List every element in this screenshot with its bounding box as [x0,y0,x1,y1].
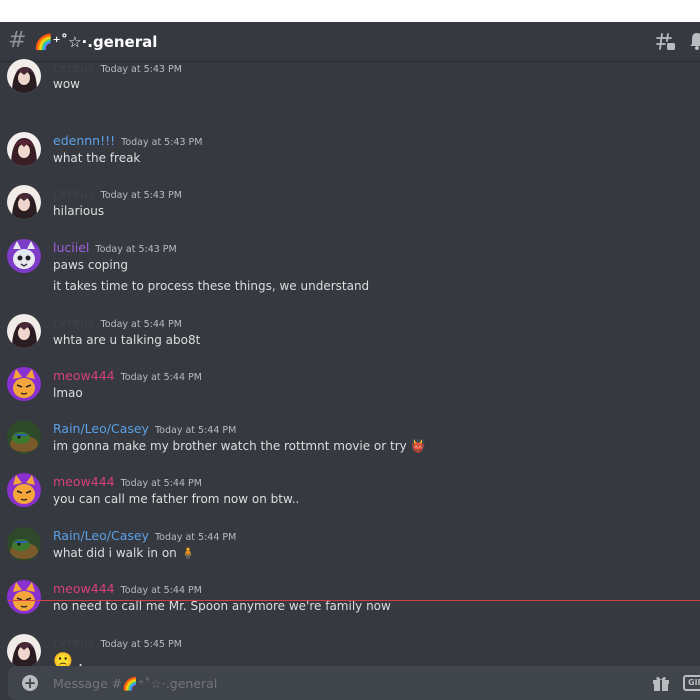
message-text: whta are u talking abo8t [53,333,201,347]
message-text: it takes time to process these things, w… [53,279,370,293]
message-text: im gonna make my brother watch the rottm… [53,439,426,453]
message-author[interactable]: meow444 [53,368,115,383]
cereus-avatar[interactable] [7,314,41,348]
message-text: paws coping [53,258,128,272]
cereus-avatar[interactable] [7,634,41,668]
message-timestamp: Today at 5:43 PM [121,137,203,148]
message-list: cereus Today at 5:43 PM wow edennn!!! Toda… [0,59,700,670]
meow-avatar[interactable] [7,473,41,507]
edennn-avatar[interactable] [7,132,41,166]
new-messages-divider [8,600,700,601]
message-author[interactable]: meow444 [53,474,115,489]
message-timestamp: Today at 5:44 PM [120,372,202,383]
gift-icon[interactable] [652,674,670,692]
rain-avatar[interactable] [7,527,41,561]
message-author[interactable]: luciiel [53,240,89,255]
rain-avatar[interactable] [7,420,41,454]
cereus-avatar[interactable] [7,59,41,93]
meow-avatar[interactable] [7,367,41,401]
message-text: wow [53,77,80,91]
channel-hash-icon: # [8,28,27,53]
message-author[interactable]: Rain/Leo/Casey [53,528,149,543]
gif-button[interactable]: GIF [683,675,700,691]
message-timestamp: Today at 5:43 PM [100,190,182,201]
message-text: hilarious [53,204,105,218]
channel-title: 🌈⁺˚☆·.general [34,33,158,51]
meow-avatar[interactable] [7,580,41,614]
message-author[interactable]: meow444 [53,581,115,596]
cereus-avatar[interactable] [7,185,41,219]
message-text: what the freak [53,151,141,165]
add-attachment-button[interactable]: + [22,675,38,691]
message-text: what did i walk in on 🧍 [53,546,196,560]
message-timestamp: Today at 5:44 PM [100,319,182,330]
message-timestamp: Today at 5:44 PM [120,585,202,596]
message-timestamp: Today at 5:45 PM [100,639,182,650]
message-author[interactable]: cereus [53,315,95,330]
message-author[interactable]: cereus [53,186,95,201]
threads-icon[interactable] [656,32,676,52]
message-author[interactable]: cereus [53,60,95,75]
message-author[interactable]: cereus [53,635,95,650]
message-timestamp: Today at 5:43 PM [100,64,182,75]
message-timestamp: Today at 5:44 PM [154,425,237,436]
message-text: lmao [53,386,83,400]
channel-header: # 🌈⁺˚☆·.general [0,22,700,62]
message-composer: + GIF [8,666,700,700]
message-timestamp: Today at 5:44 PM [154,532,237,543]
message-timestamp: Today at 5:44 PM [120,478,202,489]
message-author[interactable]: Rain/Leo/Casey [53,421,149,436]
discord-window: # 🌈⁺˚☆·.general cereus Today at 5:43 PM [0,22,700,700]
message-author[interactable]: edennn!!! [53,133,115,148]
message-input[interactable] [53,666,453,700]
message-text: you can call me father from now on btw.. [53,492,300,506]
message-timestamp: Today at 5:43 PM [95,244,177,255]
luciiel-avatar[interactable] [7,239,41,273]
notification-bell-icon[interactable] [690,32,700,50]
